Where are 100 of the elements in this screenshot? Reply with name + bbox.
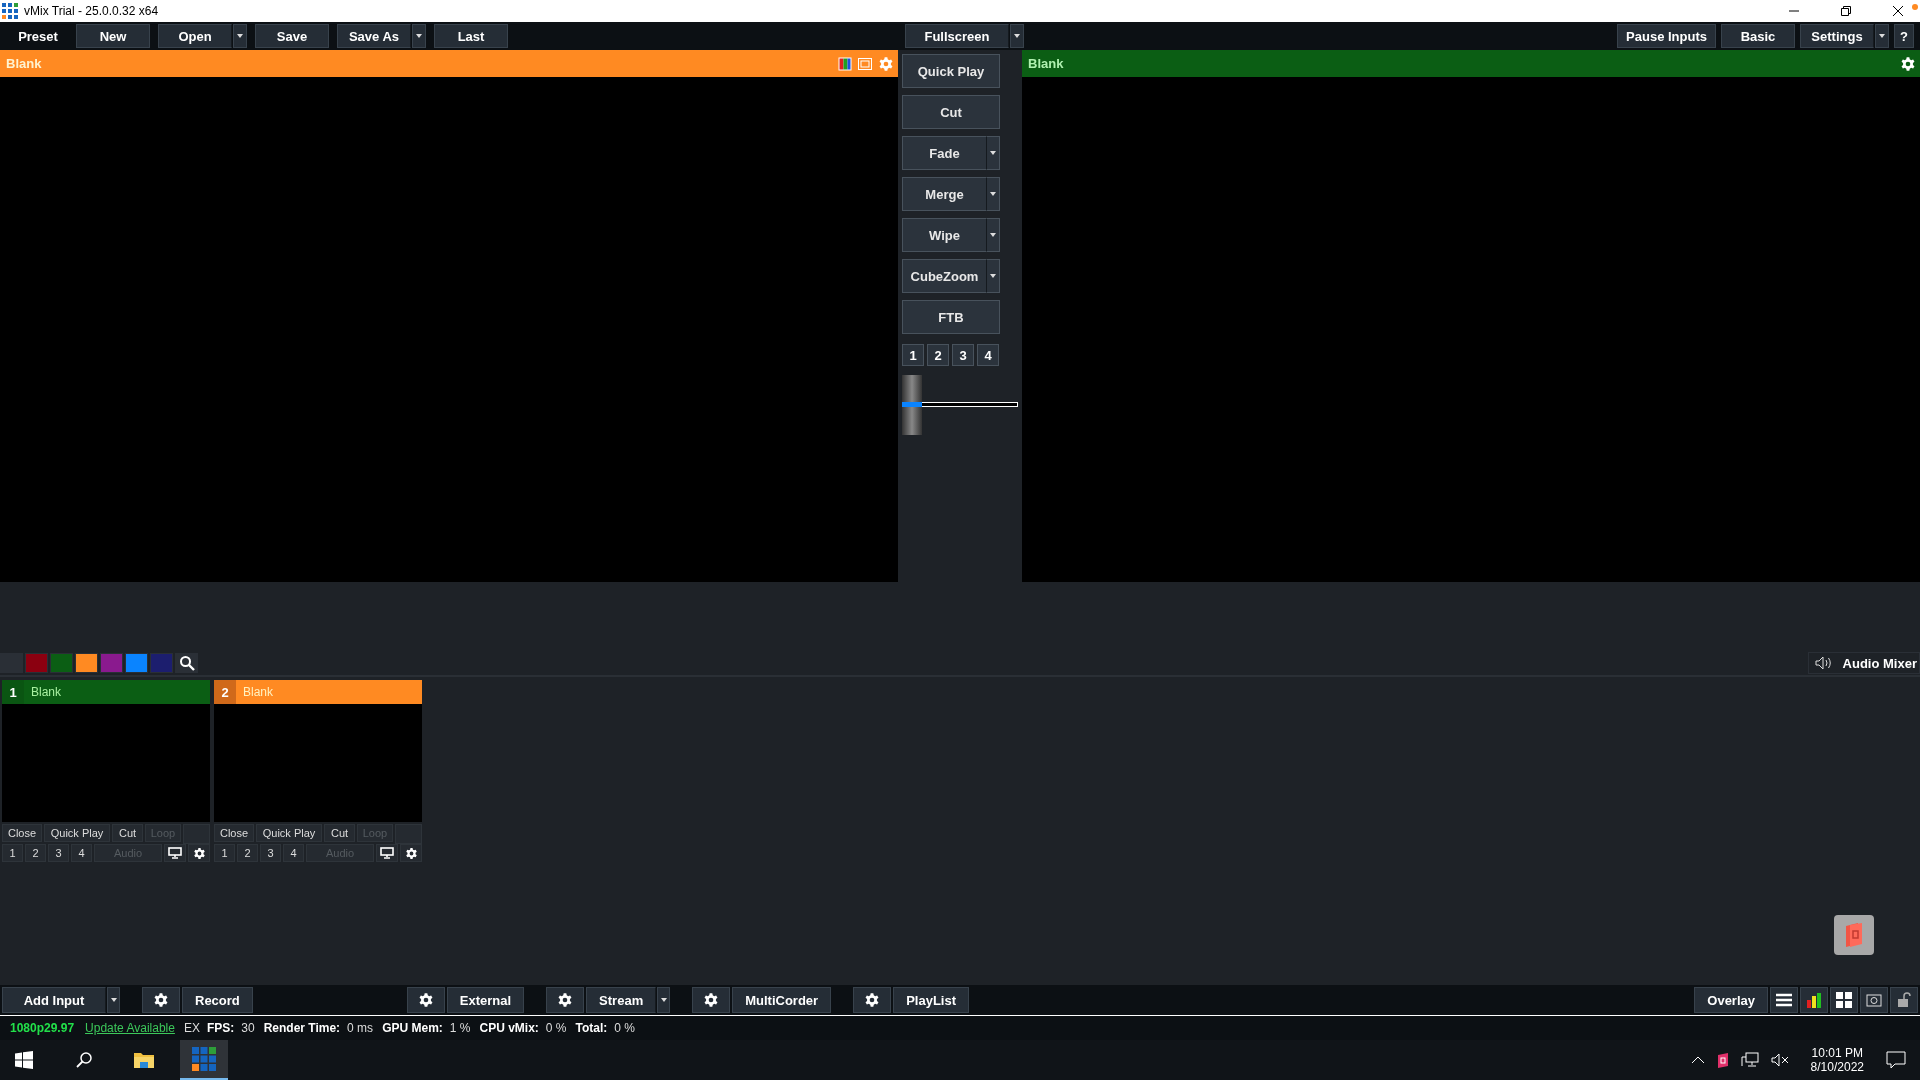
output-button[interactable]: Record [182,987,253,1013]
list-view-button[interactable] [1770,987,1798,1013]
toolbar-button[interactable]: ? [1894,24,1914,48]
gear-icon[interactable] [417,992,434,1008]
dropdown-button[interactable] [1875,24,1889,48]
input-settings-button[interactable] [400,844,422,862]
color-filter-swatch[interactable] [50,653,73,673]
settings-icon[interactable] [404,846,418,860]
output-button[interactable]: Stream [586,987,657,1013]
input-header[interactable]: 2 Blank [214,680,422,704]
overlay-number-button[interactable]: 3 [48,844,69,862]
output-button[interactable]: MultiCorder [732,987,832,1013]
overlay-number-button[interactable]: 4 [283,844,304,862]
transition-button[interactable]: Wipe [902,218,987,252]
t-bar-handle[interactable] [902,375,922,435]
settings-button[interactable] [853,987,892,1013]
dropdown-button[interactable] [987,259,1000,293]
transition-button[interactable]: FTB [902,300,1000,334]
lock-button[interactable] [1890,987,1918,1013]
stat-value: 0 % [545,1021,567,1035]
color-filter-swatch[interactable] [75,653,98,673]
overlay-number-button[interactable]: 4 [71,844,92,862]
network-icon[interactable] [1740,1052,1759,1068]
color-bars-icon[interactable] [838,56,852,71]
gear-icon[interactable] [703,992,720,1008]
transition-number-button[interactable]: 2 [927,344,949,366]
settings-button[interactable] [546,987,585,1013]
settings-button[interactable] [692,987,731,1013]
settings-button[interactable] [142,987,180,1013]
color-filter-swatch[interactable] [100,653,123,673]
input-control-button[interactable]: Cut [112,824,143,842]
overlay-number-button[interactable]: 3 [260,844,281,862]
color-filter-swatch[interactable] [25,653,48,673]
input-control-button[interactable]: Close [2,824,42,842]
transition-number-button[interactable]: 1 [902,344,924,366]
toolbar-button[interactable]: Last [434,24,508,48]
input-control-button[interactable]: Cut [324,824,355,842]
toolbar-button[interactable]: Save As [337,24,411,48]
transition-button[interactable]: CubeZoom [902,259,987,293]
toolbar-button[interactable]: Basic [1721,24,1795,48]
grid-view-button[interactable] [1830,987,1858,1013]
gear-icon[interactable] [153,992,169,1008]
search-button[interactable] [175,653,198,673]
input-control-button[interactable]: Quick Play [256,824,322,842]
muted-speaker-icon[interactable] [1770,1053,1789,1067]
color-filter-swatch[interactable] [125,653,148,673]
transition-button[interactable]: Cut [902,95,1000,129]
dropdown-button[interactable] [1010,24,1024,48]
audio-mixer-button[interactable]: Audio Mixer [1807,652,1920,674]
clock-date[interactable]: 8/10/2022 [1810,1060,1864,1074]
dropdown-button[interactable] [233,24,247,48]
transition-number-button[interactable]: 4 [977,344,999,366]
settings-icon[interactable] [1900,55,1916,72]
monitor-button[interactable] [164,844,186,862]
restore-icon[interactable] [1840,5,1852,17]
output-button[interactable]: External [446,987,525,1013]
dropdown-button[interactable] [657,987,671,1013]
toolbar-button[interactable]: New [76,24,150,48]
gear-icon[interactable] [864,992,881,1008]
level-meter-button[interactable] [1800,987,1828,1013]
monitor-button[interactable] [376,844,398,862]
input-header[interactable]: 1 Blank [2,680,210,704]
transition-button[interactable]: Merge [902,177,987,211]
overlay-number-button[interactable]: 2 [25,844,46,862]
transition-button[interactable]: Quick Play [902,54,1000,88]
overlay-button[interactable]: Overlay [1694,987,1768,1013]
tray-app-icon[interactable] [1716,1052,1729,1068]
transition-button[interactable]: Fade [902,136,987,170]
grid-app-taskbar-icon[interactable] [180,1040,228,1080]
close-icon[interactable] [1892,5,1904,17]
dropdown-button[interactable] [412,24,426,48]
preset-button[interactable]: Preset [8,24,68,48]
overlay-number-button[interactable]: 2 [237,844,258,862]
settings-icon[interactable] [192,846,206,860]
overlay-number-button[interactable]: 1 [214,844,235,862]
input-settings-button[interactable] [188,844,210,862]
caret-icon [110,998,117,1002]
dropdown-button[interactable] [987,177,1000,211]
toolbar-button[interactable]: Settings [1800,24,1874,48]
chevron-up-icon[interactable] [1690,1056,1705,1064]
overlay-number-button[interactable]: 1 [2,844,23,862]
gear-icon[interactable] [557,992,574,1008]
input-control-button[interactable]: Close [214,824,254,842]
update-link[interactable]: Update Available [85,1021,175,1035]
dropdown-button[interactable] [987,136,1000,170]
toolbar-button[interactable]: Open [158,24,232,48]
fullscreen-button[interactable]: Fullscreen [905,24,1009,48]
snapshot-button[interactable] [1860,987,1888,1013]
clock-time[interactable]: 10:01 PM [1811,1046,1863,1060]
color-filter-swatch[interactable] [150,653,173,673]
dropdown-button[interactable] [107,987,120,1013]
input-control-button[interactable]: Quick Play [44,824,110,842]
transition-number-button[interactable]: 3 [952,344,974,366]
output-button[interactable]: PlayList [893,987,969,1013]
toolbar-button[interactable]: Save [255,24,329,48]
dropdown-button[interactable] [987,218,1000,252]
settings-button[interactable] [406,987,445,1013]
notifications-icon[interactable] [1886,1051,1906,1069]
toolbar-button[interactable]: Pause Inputs [1617,24,1716,48]
output-button[interactable]: Add Input [2,987,106,1013]
